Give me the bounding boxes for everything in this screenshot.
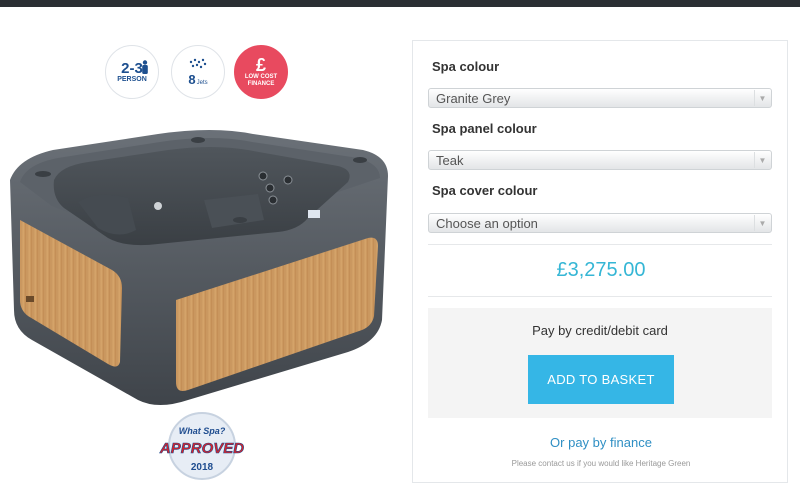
jets-label: Jets [196,79,208,86]
spa-colour-label: Spa colour [432,59,500,74]
pay-by-finance-link[interactable]: Or pay by finance [413,435,789,450]
person-capacity-badge: 2-3 PERSON [105,45,159,99]
finance-badge: £ LOW COST FINANCE [234,45,288,99]
feature-badges: 2-3 PERSON 8 Jets £ LOW COST FINANCE [105,45,295,101]
chevron-down-icon: ▼ [754,152,770,168]
spa-cover-colour-value: Choose an option [436,215,538,231]
card-payment-text: Pay by credit/debit card [532,323,668,338]
top-bar [0,0,800,7]
spa-panel-colour-value: Teak [436,152,464,168]
finance-badge-label: LOW COST FINANCE [244,74,278,87]
contact-note: Please contact us if you would like Heri… [511,459,691,468]
person-label: PERSON [117,76,147,83]
jets-badge: 8 Jets [171,45,225,99]
spa-cover-colour-select[interactable]: Choose an option ▼ [428,213,772,233]
chevron-down-icon: ▼ [754,215,770,231]
person-icon [142,60,148,74]
what-spa-approved-badge: What Spa? APPROVED 2018 [159,412,245,480]
award-top-text: What Spa? [179,426,226,436]
spa-colour-value: Granite Grey [436,90,511,106]
pound-icon: £ [255,55,266,75]
product-options-panel: Spa colour Granite Grey ▼ Spa panel colo… [412,40,788,483]
award-main-text: APPROVED [159,440,244,457]
spa-colour-select[interactable]: Granite Grey ▼ [428,88,772,108]
jets-icon [189,58,207,68]
add-to-basket-button[interactable]: ADD TO BASKET [528,355,674,404]
spa-panel-colour-select[interactable]: Teak ▼ [428,150,772,170]
product-image [10,130,388,405]
card-payment-box: Pay by credit/debit card ADD TO BASKET [428,308,772,418]
divider [428,244,772,245]
spa-panel-colour-label: Spa panel colour [432,121,537,136]
spa-cover-colour-label: Spa cover colour [432,183,538,198]
product-price: £3,275.00 [556,259,646,281]
divider [428,296,772,297]
jets-count: 8 [188,71,196,87]
chevron-down-icon: ▼ [754,90,770,106]
award-year: 2018 [191,462,214,473]
